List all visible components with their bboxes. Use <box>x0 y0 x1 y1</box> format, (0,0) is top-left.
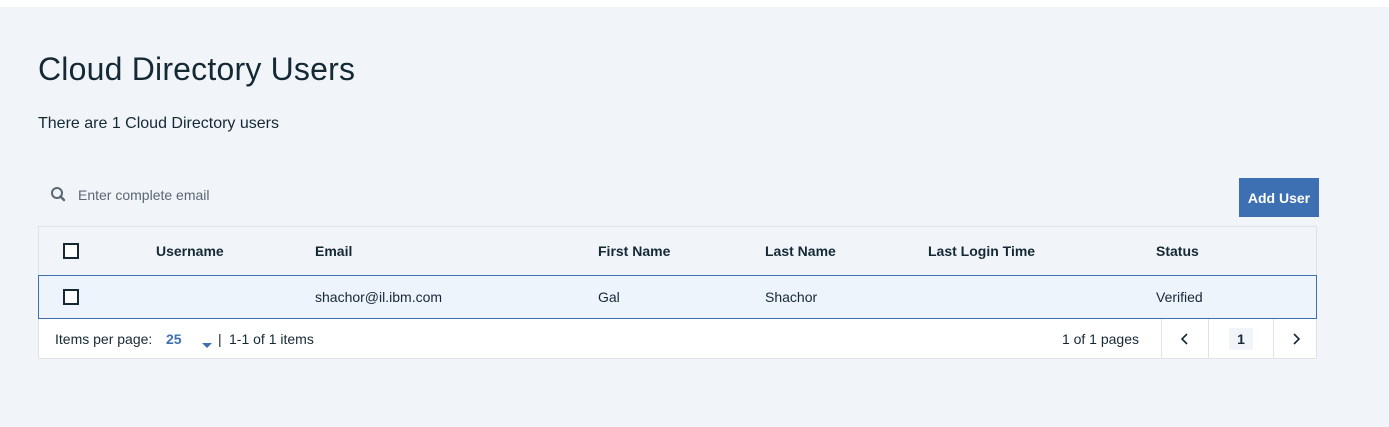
column-header-first-name[interactable]: First Name <box>598 227 670 275</box>
page-number-select[interactable]: 1 <box>1208 319 1273 358</box>
pagination-bar: Items per page: 25 | 1-1 of 1 items 1 of… <box>38 319 1317 359</box>
search-input[interactable] <box>78 187 478 203</box>
row-checkbox[interactable] <box>63 289 79 305</box>
cell-status: Verified <box>1156 289 1203 305</box>
column-header-email[interactable]: Email <box>315 227 352 275</box>
cell-last-name: Shachor <box>765 289 818 305</box>
column-header-status[interactable]: Status <box>1156 227 1199 275</box>
column-header-last-name[interactable]: Last Name <box>765 227 836 275</box>
search-bar <box>38 179 598 211</box>
add-user-button[interactable]: Add User <box>1239 178 1319 217</box>
items-range-text: 1-1 of 1 items <box>229 330 314 347</box>
pagination-separator: | <box>218 330 222 347</box>
search-icon[interactable] <box>49 185 69 205</box>
items-per-page-select[interactable]: 25 <box>166 319 182 358</box>
cell-first-name: Gal <box>598 289 620 305</box>
column-header-last-login-time[interactable]: Last Login Time <box>928 227 1035 275</box>
row-select-cell <box>63 276 79 318</box>
table-row[interactable]: shachor@il.ibm.com Gal Shachor Verified <box>38 275 1317 319</box>
column-header-username[interactable]: Username <box>156 227 224 275</box>
previous-page-button[interactable] <box>1161 319 1208 358</box>
select-all-cell <box>63 227 79 275</box>
chevron-right-icon <box>1293 332 1301 345</box>
users-table: Username Email First Name Last Name Last… <box>38 226 1317 359</box>
cell-email: shachor@il.ibm.com <box>315 289 443 305</box>
current-page-number: 1 <box>1229 327 1253 350</box>
users-count-text: There are 1 Cloud Directory users <box>38 115 279 132</box>
chevron-left-icon <box>1180 332 1188 345</box>
table-header: Username Email First Name Last Name Last… <box>38 226 1317 275</box>
pages-count-text: 1 of 1 pages <box>1061 330 1139 347</box>
cloud-directory-page: Cloud Directory Users There are 1 Cloud … <box>0 7 1389 427</box>
next-page-button[interactable] <box>1273 319 1318 358</box>
page-title: Cloud Directory Users <box>38 51 356 87</box>
chevron-down-icon[interactable] <box>202 343 212 348</box>
items-per-page-label: Items per page: <box>55 330 153 347</box>
select-all-checkbox[interactable] <box>63 243 79 259</box>
